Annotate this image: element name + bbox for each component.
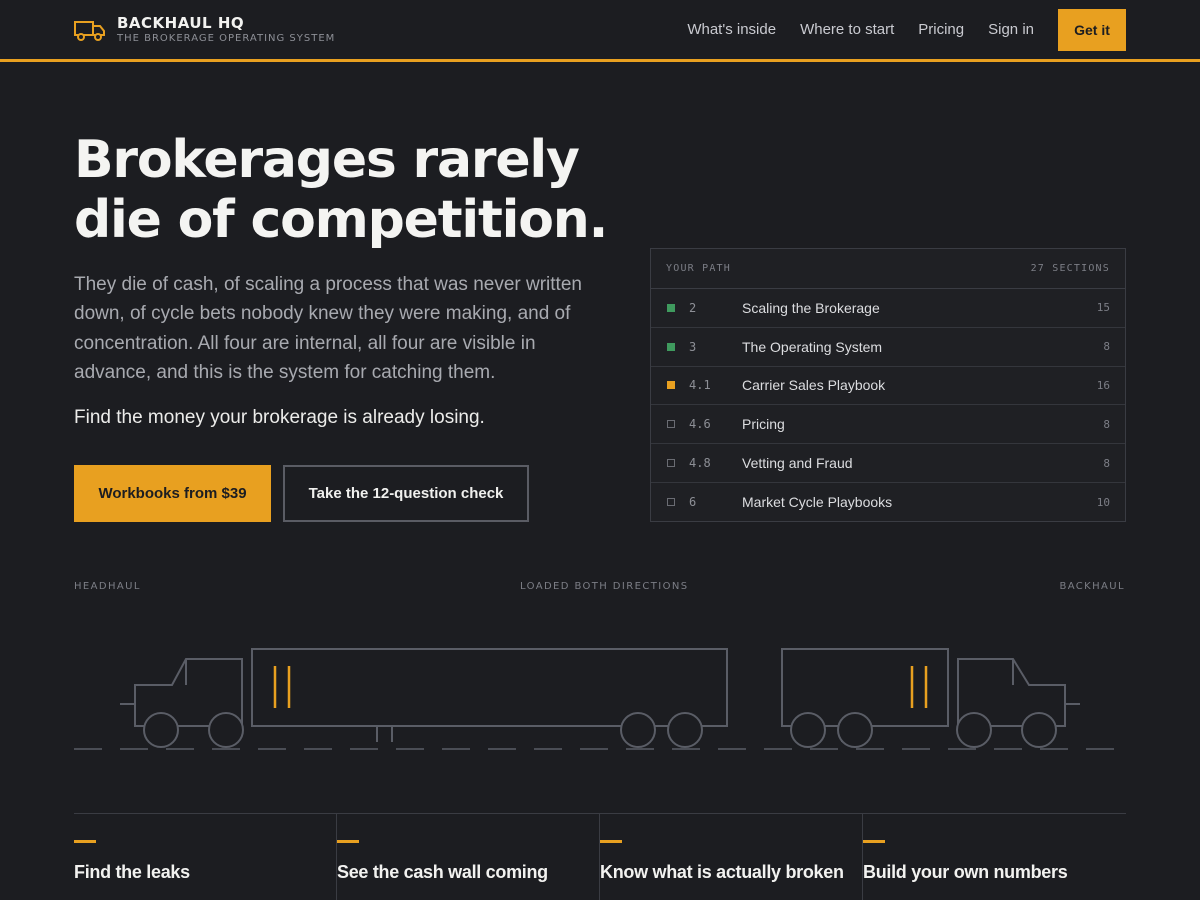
hero-body: They die of cash, of scaling a process t… bbox=[74, 274, 582, 383]
take-check-button[interactable]: Take the 12-question check bbox=[283, 465, 529, 522]
feature-card: Build your own numbers bbox=[863, 814, 1126, 900]
status-marker bbox=[667, 459, 675, 468]
status-marker bbox=[667, 303, 675, 312]
loaded-both-directions-label: LOADED BOTH DIRECTIONS bbox=[520, 581, 689, 592]
feature-accent-bar bbox=[337, 840, 359, 843]
site-header: BACKHAUL HQ THE BROKERAGE OPERATING SYST… bbox=[0, 0, 1200, 62]
backhaul-label: BACKHAUL bbox=[1059, 581, 1125, 592]
feature-title: See the cash wall coming bbox=[337, 862, 548, 882]
workbooks-button[interactable]: Workbooks from $39 bbox=[74, 465, 271, 522]
status-marker bbox=[667, 420, 675, 429]
path-panel-total: 27 SECTIONS bbox=[1030, 263, 1110, 274]
wheel-icon bbox=[956, 712, 992, 748]
section-number: 3 bbox=[689, 339, 697, 354]
feature-card: See the cash wall coming bbox=[337, 814, 600, 900]
section-title: Carrier Sales Playbook bbox=[742, 377, 886, 394]
wheel-icon bbox=[837, 712, 873, 748]
section-number: 2 bbox=[689, 300, 697, 315]
wheel-icon bbox=[620, 712, 656, 748]
feature-title: Find the leaks bbox=[74, 862, 190, 882]
headhaul-label: HEADHAUL bbox=[74, 581, 141, 592]
path-panel-rows: 2 Scaling the Brokerage 15 3 The Operating S… bbox=[651, 289, 1125, 522]
nav-whats-inside[interactable]: What's inside bbox=[687, 9, 776, 51]
brand-name: BACKHAUL HQ bbox=[117, 14, 245, 32]
feature-accent-bar bbox=[863, 840, 885, 843]
feature-title: Know what is actually broken bbox=[600, 862, 844, 882]
section-count: 8 bbox=[1103, 340, 1110, 354]
section-title: Scaling the Brokerage bbox=[742, 299, 880, 316]
section-number: 4.8 bbox=[689, 456, 711, 471]
wheel-icon bbox=[208, 712, 244, 748]
brand-logo[interactable]: BACKHAUL HQ THE BROKERAGE OPERATING SYST… bbox=[74, 14, 335, 45]
hero-lead: Find the money your brokerage is already… bbox=[74, 407, 485, 428]
section-title: Pricing bbox=[742, 416, 785, 433]
section-count: 8 bbox=[1103, 417, 1110, 431]
section-title: Market Cycle Playbooks bbox=[742, 494, 893, 511]
feature-accent-bar bbox=[74, 840, 96, 843]
path-row[interactable]: 4.6 Pricing 8 bbox=[651, 405, 1125, 445]
path-panel-header: YOUR PATH 27 SECTIONS bbox=[651, 249, 1125, 289]
nav-sign-in[interactable]: Sign in bbox=[988, 9, 1034, 51]
path-row[interactable]: 4.1 Carrier Sales Playbook 16 bbox=[651, 367, 1125, 406]
wheel-icon bbox=[790, 712, 826, 748]
section-count: 15 bbox=[1096, 301, 1110, 315]
path-row[interactable]: 4.8 Vetting and Fraud 8 bbox=[651, 444, 1125, 483]
wheel-icon bbox=[1021, 712, 1057, 748]
main-nav: What's inside Where to start Pricing Sig… bbox=[687, 9, 1126, 51]
wheel-icon bbox=[667, 712, 703, 748]
nav-where-to-start[interactable]: Where to start bbox=[800, 9, 894, 51]
section-count: 16 bbox=[1096, 378, 1110, 392]
status-marker bbox=[667, 342, 675, 351]
trucks-illustration bbox=[74, 648, 1126, 750]
wheel-icon bbox=[143, 712, 179, 748]
section-title: Vetting and Fraud bbox=[742, 455, 853, 472]
features-row: Find the leaks See the cash wall coming … bbox=[74, 813, 1126, 900]
path-panel: YOUR PATH 27 SECTIONS 2 Scaling the Broke… bbox=[650, 248, 1126, 522]
feature-accent-bar bbox=[600, 840, 622, 843]
section-count: 10 bbox=[1096, 495, 1110, 509]
section-number: 6 bbox=[689, 495, 697, 510]
status-marker bbox=[667, 498, 675, 507]
feature-title: Build your own numbers bbox=[863, 862, 1068, 882]
status-marker bbox=[667, 381, 675, 390]
section-number: 4.1 bbox=[689, 378, 711, 393]
section-title: The Operating System bbox=[742, 338, 883, 355]
brand-tagline: THE BROKERAGE OPERATING SYSTEM bbox=[117, 33, 336, 44]
nav-pricing[interactable]: Pricing bbox=[918, 9, 964, 51]
section-count: 8 bbox=[1103, 456, 1110, 470]
truck-icon bbox=[74, 20, 105, 41]
section-number: 4.6 bbox=[689, 417, 711, 432]
path-row[interactable]: 6 Market Cycle Playbooks 10 bbox=[651, 483, 1125, 522]
left-trailer bbox=[251, 648, 728, 727]
feature-card: Find the leaks bbox=[74, 814, 337, 900]
path-row[interactable]: 3 The Operating System 8 bbox=[651, 328, 1125, 367]
get-it-button[interactable]: Get it bbox=[1058, 9, 1126, 51]
feature-card: Know what is actually broken bbox=[600, 814, 863, 900]
hero-title: Brokerages rarely die of competition. bbox=[74, 130, 608, 250]
path-panel-label: YOUR PATH bbox=[666, 263, 731, 274]
path-row[interactable]: 2 Scaling the Brokerage 15 bbox=[651, 289, 1125, 328]
